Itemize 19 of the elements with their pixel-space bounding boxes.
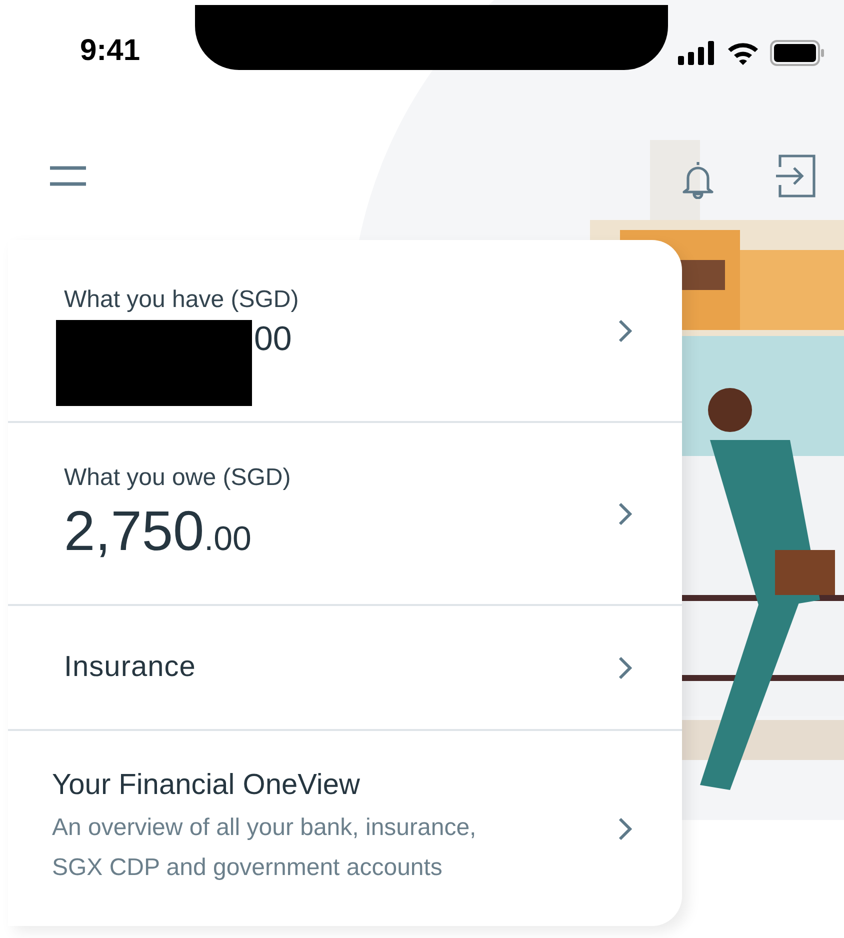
battery-icon bbox=[770, 40, 824, 66]
balance-label: What you have (SGD) bbox=[64, 286, 299, 314]
balance-label: What you owe (SGD) bbox=[64, 464, 291, 492]
login-icon[interactable] bbox=[776, 153, 816, 199]
wifi-icon bbox=[726, 41, 760, 65]
bell-icon[interactable] bbox=[680, 159, 716, 199]
chevron-icon[interactable] bbox=[618, 502, 632, 526]
chevron-icon[interactable] bbox=[618, 816, 632, 840]
insurance-label: Insurance bbox=[64, 651, 196, 684]
status-time: 9:41 bbox=[80, 34, 140, 68]
amount-decimals: 00 bbox=[254, 320, 292, 358]
section-description: An overview of all your bank, insurance, SGX CDP and government accounts bbox=[52, 813, 478, 883]
section-title: Your Financial OneView bbox=[52, 769, 361, 802]
signal-icon bbox=[678, 41, 716, 65]
amount-decimals: .00 bbox=[204, 520, 252, 559]
chevron-icon[interactable] bbox=[618, 656, 632, 680]
chevron-icon[interactable] bbox=[618, 318, 632, 342]
amount-value: 2,750 bbox=[64, 498, 204, 563]
menu-icon[interactable] bbox=[50, 165, 86, 187]
